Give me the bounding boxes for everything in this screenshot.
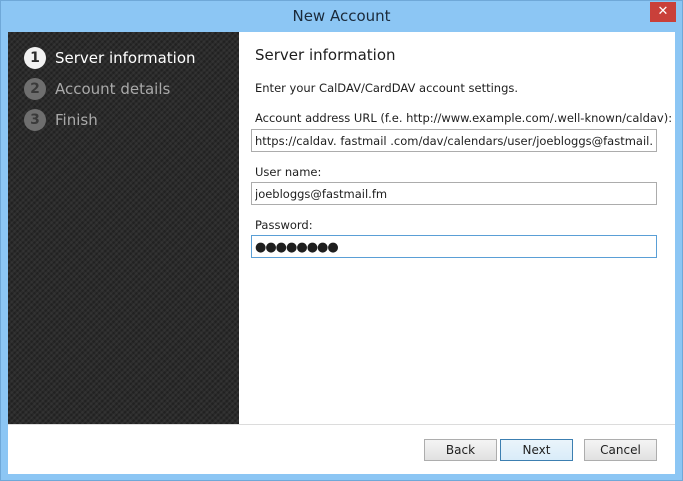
server-information-panel: Server information Enter your CalDAV/Car…: [239, 32, 675, 424]
window-title: New Account: [292, 7, 391, 25]
dialog-client-area: 1 Server information 2 Account details 3…: [8, 32, 675, 474]
back-button[interactable]: Back: [424, 439, 497, 461]
password-mask: ●●●●●●●●: [255, 240, 339, 255]
username-label: User name:: [255, 165, 322, 179]
password-input[interactable]: ●●●●●●●●: [251, 235, 657, 258]
title-bar[interactable]: New Account ✕: [1, 1, 682, 32]
step-server-information: 1 Server information: [24, 46, 196, 70]
close-icon: ✕: [657, 4, 669, 19]
password-label: Password:: [255, 218, 313, 232]
step-label: Account details: [55, 80, 171, 98]
next-button[interactable]: Next: [500, 439, 573, 461]
intro-text: Enter your CalDAV/CardDAV account settin…: [255, 81, 519, 95]
step-account-details: 2 Account details: [24, 77, 170, 101]
step-label: Finish: [55, 111, 98, 129]
step-number-badge: 1: [24, 47, 46, 69]
username-input[interactable]: [251, 182, 657, 205]
wizard-steps-sidebar: 1 Server information 2 Account details 3…: [8, 32, 239, 424]
dialog-footer: Back Next Cancel: [8, 424, 675, 474]
step-finish: 3 Finish: [24, 108, 98, 132]
url-label: Account address URL (f.e. http://www.exa…: [255, 111, 673, 125]
section-title: Server information: [255, 46, 396, 64]
step-number-badge: 3: [24, 109, 46, 131]
url-input[interactable]: [251, 129, 657, 152]
step-label: Server information: [55, 49, 196, 67]
step-number-badge: 2: [24, 78, 46, 100]
cancel-button[interactable]: Cancel: [584, 439, 657, 461]
close-button[interactable]: ✕: [650, 2, 676, 22]
new-account-window: New Account ✕ 1 Server information 2 Acc…: [0, 0, 683, 481]
